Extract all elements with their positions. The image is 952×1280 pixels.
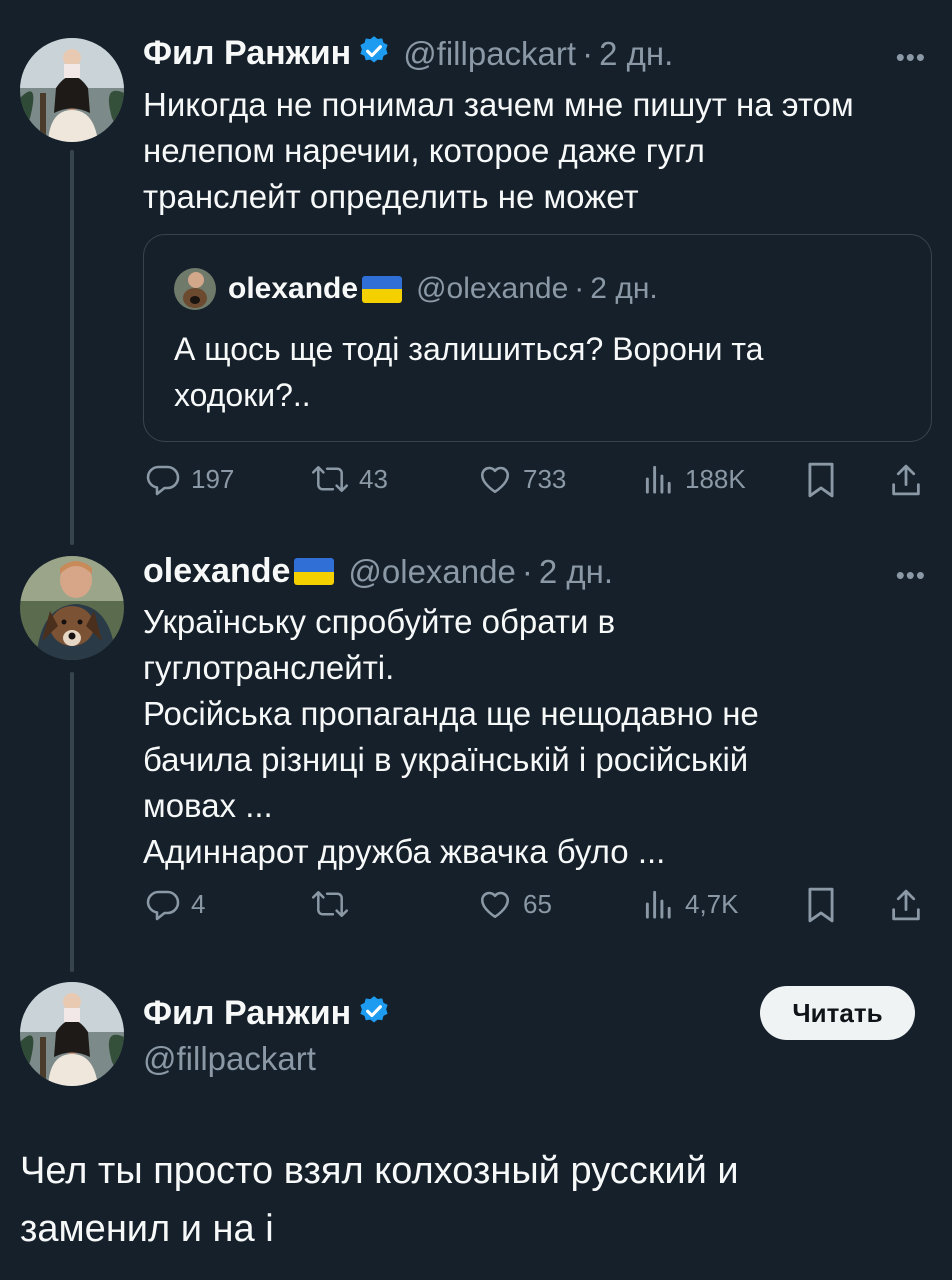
text-line: нелепом наречии, которое даже гугл <box>143 132 705 169</box>
quote-timestamp: 2 дн. <box>590 272 658 305</box>
heart-icon <box>477 886 513 922</box>
retweet-icon <box>311 886 349 922</box>
bookmark-button[interactable] <box>805 461 837 499</box>
avatar[interactable] <box>20 982 124 1086</box>
retweet-icon <box>311 461 349 497</box>
retweet-button[interactable]: 43 <box>311 461 388 497</box>
share-button[interactable] <box>889 886 923 924</box>
quote-header: olexande @olexande · 2 дн. <box>174 268 658 310</box>
retweet-count: 43 <box>359 463 388 494</box>
tweet-header: olexande @olexande · 2 дн. <box>143 552 613 591</box>
reply-button[interactable]: 197 <box>145 461 234 497</box>
tweet-header: Фил Ранжин @fillpackart · 2 дн. <box>143 34 673 73</box>
heart-icon <box>477 461 513 497</box>
reply-count: 4 <box>191 888 206 919</box>
verified-badge-icon <box>357 994 391 1033</box>
tweet-text: Українську спробуйте обрати в гуглотранс… <box>143 599 933 875</box>
text-line: заменил и на і <box>20 1208 274 1250</box>
separator-dot: · <box>574 272 585 305</box>
follow-button[interactable]: Читать <box>760 986 915 1040</box>
author-handle[interactable]: @olexande <box>348 553 515 591</box>
text-line: транслейт определить не может <box>143 178 639 215</box>
reply-icon <box>145 886 181 922</box>
timestamp[interactable]: 2 дн. <box>539 553 613 591</box>
text-line: бачила різниці в українській і російські… <box>143 741 749 778</box>
tweet-actions: 197 43 733 188K <box>143 461 933 501</box>
quote-handle: @olexande <box>416 272 569 305</box>
views-icon <box>643 461 675 497</box>
more-options-icon[interactable]: ••• <box>896 560 926 591</box>
ukraine-flag-icon <box>362 275 403 303</box>
avatar[interactable] <box>20 38 124 142</box>
timestamp[interactable]: 2 дн. <box>599 35 673 73</box>
avatar[interactable] <box>20 556 124 660</box>
separator-dot: · <box>521 552 533 590</box>
thread-line <box>70 672 74 972</box>
reply-button[interactable]: 4 <box>145 886 205 922</box>
text-line: гуглотранслейті. <box>143 649 395 686</box>
views-button[interactable]: 4,7K <box>643 886 739 922</box>
reply-icon <box>145 461 181 497</box>
views-icon <box>643 886 675 922</box>
thread-line <box>70 150 74 545</box>
quoted-tweet[interactable]: olexande @olexande · 2 дн. А щось ще тод… <box>143 234 932 442</box>
tweet-text: Никогда не понимал зачем мне пишут на эт… <box>143 82 933 220</box>
tweet-actions: 4 65 4,7K <box>143 886 933 926</box>
share-button[interactable] <box>889 461 923 499</box>
text-line: Російська пропаганда ще нещодавно не <box>143 695 759 732</box>
retweet-button[interactable] <box>311 886 359 922</box>
text-line: мовах ... <box>143 787 273 824</box>
text-line: Українську спробуйте обрати в <box>143 603 616 640</box>
author-handle[interactable]: @fillpackart <box>403 35 576 73</box>
text-line: А щось ще тоді залишиться? Ворони та <box>174 331 764 367</box>
text-line: Чел ты просто взял колхозный русский и <box>20 1150 739 1192</box>
author-name[interactable]: Фил Ранжин <box>143 994 351 1033</box>
main-author: Фил Ранжин <box>143 994 391 1033</box>
like-count: 733 <box>523 463 567 494</box>
share-icon <box>889 886 923 924</box>
bookmark-button[interactable] <box>805 886 837 924</box>
bookmark-icon <box>805 461 837 499</box>
quote-author-name: olexande <box>228 272 359 305</box>
verified-badge-icon <box>357 34 391 73</box>
author-name[interactable]: olexande <box>143 552 290 591</box>
author-name[interactable]: Фил Ранжин <box>143 34 351 73</box>
text-line: Никогда не понимал зачем мне пишут на эт… <box>143 86 854 123</box>
quote-avatar <box>174 268 216 310</box>
like-count: 65 <box>523 888 552 919</box>
more-options-icon[interactable]: ••• <box>896 42 926 73</box>
like-button[interactable]: 733 <box>477 461 566 497</box>
text-line: Адиннарот дружба жвачка було ... <box>143 833 666 870</box>
quote-text: А щось ще тоді залишиться? Ворони та ход… <box>174 326 914 418</box>
like-button[interactable]: 65 <box>477 886 552 922</box>
reply-count: 197 <box>191 463 235 494</box>
author-handle[interactable]: @fillpackart <box>143 1040 316 1078</box>
text-line: ходоки?.. <box>174 377 311 413</box>
views-count: 188K <box>685 463 746 494</box>
separator-dot: · <box>582 34 594 72</box>
bookmark-icon <box>805 886 837 924</box>
share-icon <box>889 461 923 499</box>
views-count: 4,7K <box>685 888 739 919</box>
ukraine-flag-icon <box>294 558 335 585</box>
views-button[interactable]: 188K <box>643 461 746 497</box>
main-tweet-text: Чел ты просто взял колхозный русский и з… <box>20 1142 932 1258</box>
